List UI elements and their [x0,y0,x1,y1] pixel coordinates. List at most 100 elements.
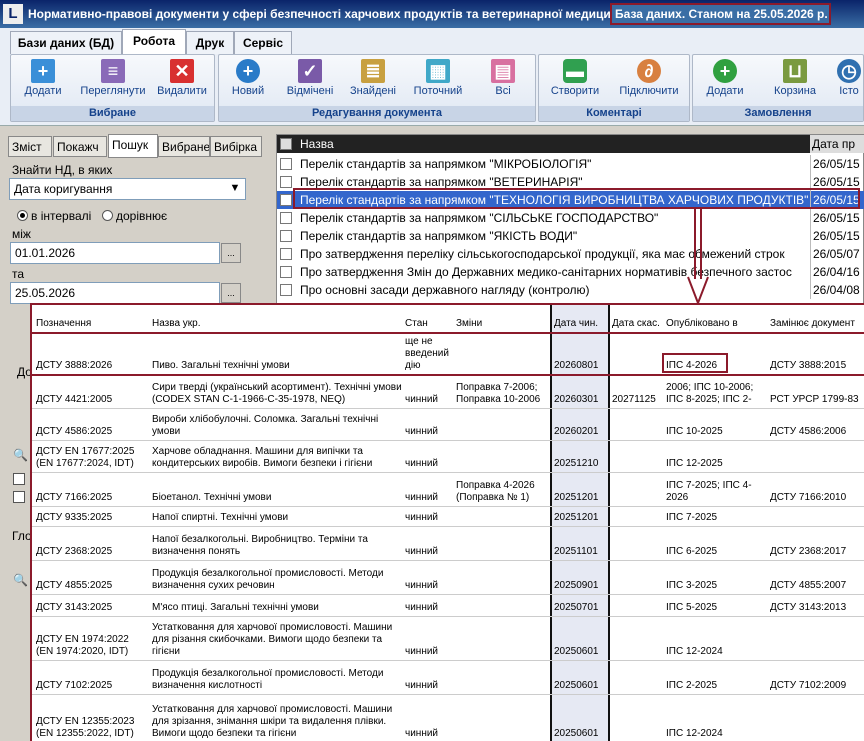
radio-interval[interactable] [17,210,28,221]
tab-contents[interactable]: Зміст [8,136,52,157]
tab-index[interactable]: Покажч [53,136,107,157]
tab-print[interactable]: Друк [186,31,234,54]
selected-row-highlight [293,188,860,209]
row-checkbox[interactable] [280,248,292,260]
all-button[interactable]: ▤ Всі [475,57,531,105]
header-code[interactable]: Позначення [36,305,150,333]
table-row[interactable]: ДСТУ EN 12355:2023 (EN 12355:2022, IDT) У… [32,695,864,741]
find-label: Знайти НД, в яких [12,163,113,177]
favorites-add-button[interactable]: + Додати [15,57,71,105]
row-checkbox[interactable] [280,194,292,206]
app-icon[interactable]: L [3,4,23,24]
header-state[interactable]: Стан [405,305,455,333]
x-icon: ✕ [170,59,194,83]
criteria-select[interactable]: Дата коригування [9,178,246,200]
list-item[interactable]: Про затвердження переліку сільськогоспод… [277,245,864,263]
cell-code: ДСТУ 4421:2005 [36,394,113,405]
row-checkbox[interactable] [280,176,292,188]
row-title: Перелік стандартів за напрямком "ЯКІСТЬ … [300,229,578,243]
search-icon[interactable]: 🔍 [13,448,28,462]
cell-replaces: ДСТУ 7166:2010 [770,492,847,503]
cell-changes: Поправка 4-2026 (Поправка № 1) [456,480,535,503]
table-row[interactable]: ДСТУ EN 17677:2025 (EN 17677:2024, IDT) Х… [32,441,864,473]
table-row[interactable]: ДСТУ 7102:2025 Продукція безалкогольної п… [32,661,864,695]
cell-state: чинний [405,492,439,503]
attach-button[interactable]: ∂ Підключити [611,57,687,105]
table-row[interactable]: ДСТУ 2368:2025 Напої безалкогольні. Вироб… [32,527,864,561]
header-cancel-date[interactable]: Дата скас. [612,305,664,333]
list-item[interactable]: Перелік стандартів за напрямком "МІКРОБІ… [277,155,864,173]
group-comments: ▬ Створити ∂ Підключити Коментарі [538,54,690,122]
cell-pub: ІПС 7-2025 [666,512,718,523]
select-all-checkbox[interactable] [280,138,292,150]
cart-button[interactable]: ⊔ Корзина [763,57,827,105]
tab-search[interactable]: Пошук [108,134,158,158]
new-button[interactable]: + Новий [223,57,273,105]
order-add-button[interactable]: + Додати [697,57,753,105]
tab-favorites[interactable]: Вибране [158,136,210,157]
current-button[interactable]: ▦ Поточний [405,57,471,105]
row-date: 26/05/07 [810,245,864,263]
cell-state: чинний [405,512,439,523]
column-name[interactable]: Назва [300,137,334,151]
cell-state: чинний [405,646,439,657]
cell-date-in: 20250601 [554,680,599,691]
list-header: Назва Дата пр [277,135,864,153]
row-checkbox[interactable] [280,230,292,242]
header-name[interactable]: Назва укр. [152,305,402,333]
header-changes[interactable]: Зміни [456,305,548,333]
group-label: Замовлення [693,106,863,121]
to-date-input[interactable]: 25.05.2026 [10,282,220,304]
radio-equal[interactable] [102,210,113,221]
tab-work[interactable]: Робота [122,29,186,55]
chevron-down-icon[interactable]: ▼ [226,179,244,199]
table-row[interactable]: ДСТУ 4855:2025 Продукція безалкогольної п… [32,561,864,595]
cell-name: Напої спиртні. Технічні умови [152,512,289,523]
checkbox[interactable] [13,491,25,503]
cell-name: М'ясо птиці. Загальні технічні умови [152,602,319,613]
cell-state: чинний [405,394,439,405]
row-title: Перелік стандартів за напрямком "МІКРОБІ… [300,157,592,171]
list-item[interactable]: Про основні засади державного нагляду (к… [277,281,864,299]
marked-button[interactable]: ✓ Відмічені [279,57,341,105]
table-row[interactable]: ДСТУ 9335:2025 Напої спиртні. Технічні ум… [32,507,864,527]
radio-equal-label: дорівнює [116,209,168,223]
row-date: 26/05/15 [810,209,864,227]
header-replaces[interactable]: Замінює документ [770,305,864,333]
row-checkbox[interactable] [280,158,292,170]
from-date-input[interactable]: 01.01.2026 [10,242,220,264]
header-effective-date[interactable]: Дата чин. [554,305,610,333]
table-row[interactable]: ДСТУ 4586:2025 Вироби хлібобулочні. Солом… [32,409,864,441]
view-button[interactable]: ≡ Переглянути [75,57,151,105]
cell-date-in: 20251210 [554,458,599,469]
found-button[interactable]: ≣ Знайдені [343,57,403,105]
table-row[interactable]: ДСТУ 3143:2025 М'ясо птиці. Загальні техн… [32,595,864,617]
tab-selection[interactable]: Вибірка [210,136,262,157]
cell-date-in: 20260201 [554,426,599,437]
list-item[interactable]: Про затвердження Змін до Державних медик… [277,263,864,281]
table-row[interactable]: ДСТУ EN 1974:2022 (EN 1974:2020, IDT) Уст… [32,617,864,661]
cell-state: чинний [405,546,439,557]
row-checkbox[interactable] [280,266,292,278]
row-checkbox[interactable] [280,284,292,296]
create-comment-button[interactable]: ▬ Створити [543,57,607,105]
arrow-down-icon [687,209,709,305]
tab-databases[interactable]: Бази даних (БД) [10,31,122,54]
table-row[interactable]: ДСТУ 7166:2025 Біоетанол. Технічні умови ч… [32,473,864,507]
list-item[interactable]: Перелік стандартів за напрямком "СІЛЬСЬК… [277,209,864,227]
row-checkbox[interactable] [280,212,292,224]
delete-button[interactable]: ✕ Видалити [153,57,211,105]
cell-state: чинний [405,580,439,591]
column-date[interactable]: Дата пр [810,135,864,153]
table-row[interactable]: ДСТУ 4421:2005 Сири тверді (український а… [32,375,864,409]
tab-service[interactable]: Сервіс [234,31,292,54]
checkbox[interactable] [13,473,25,485]
header-published[interactable]: Опубліковано в [666,305,766,333]
history-button[interactable]: ◷ Істо [833,57,864,105]
cell-pub: ІПС 12-2024 [666,646,723,657]
cell-code: ДСТУ EN 12355:2023 (EN 12355:2022, IDT) [36,716,135,739]
from-date-picker-button[interactable]: ... [221,243,241,263]
list-item[interactable]: Перелік стандартів за напрямком "ЯКІСТЬ … [277,227,864,245]
to-date-picker-button[interactable]: ... [221,283,241,303]
search-icon[interactable]: 🔍 [13,573,28,587]
